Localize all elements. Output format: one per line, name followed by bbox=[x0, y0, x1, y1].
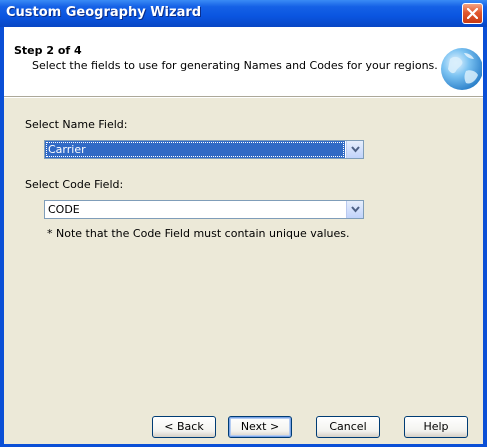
step-description: Select the fields to use for generating … bbox=[32, 59, 438, 72]
header-divider bbox=[4, 97, 483, 98]
wizard-window: Custom Geography Wizard Step 2 of 4 Sele… bbox=[0, 0, 487, 447]
back-button[interactable]: < Back bbox=[152, 416, 216, 438]
code-field-label: Select Code Field: bbox=[25, 178, 124, 191]
name-field-label: Select Name Field: bbox=[25, 118, 128, 131]
chevron-down-icon bbox=[351, 146, 360, 153]
code-field-select[interactable]: CODE bbox=[44, 200, 364, 219]
code-field-value: CODE bbox=[48, 203, 80, 216]
code-field-dropdown-button[interactable] bbox=[346, 201, 363, 218]
name-field-value: Carrier bbox=[45, 141, 345, 158]
code-field-note: * Note that the Code Field must contain … bbox=[47, 227, 350, 240]
help-button[interactable]: Help bbox=[404, 416, 468, 438]
title-bar[interactable]: Custom Geography Wizard bbox=[0, 0, 487, 27]
next-button[interactable]: Next > bbox=[228, 416, 292, 438]
window-title: Custom Geography Wizard bbox=[6, 5, 202, 20]
wizard-header: Step 2 of 4 Select the fields to use for… bbox=[4, 27, 483, 97]
chevron-down-icon bbox=[351, 206, 360, 213]
name-field-select[interactable]: Carrier bbox=[44, 140, 364, 159]
cancel-button[interactable]: Cancel bbox=[316, 416, 380, 438]
close-icon bbox=[467, 8, 478, 19]
name-field-dropdown-button[interactable] bbox=[346, 141, 363, 158]
close-button[interactable] bbox=[462, 3, 483, 24]
dialog-body: Step 2 of 4 Select the fields to use for… bbox=[4, 27, 483, 444]
step-title: Step 2 of 4 bbox=[14, 44, 82, 57]
globe-icon bbox=[441, 48, 482, 90]
